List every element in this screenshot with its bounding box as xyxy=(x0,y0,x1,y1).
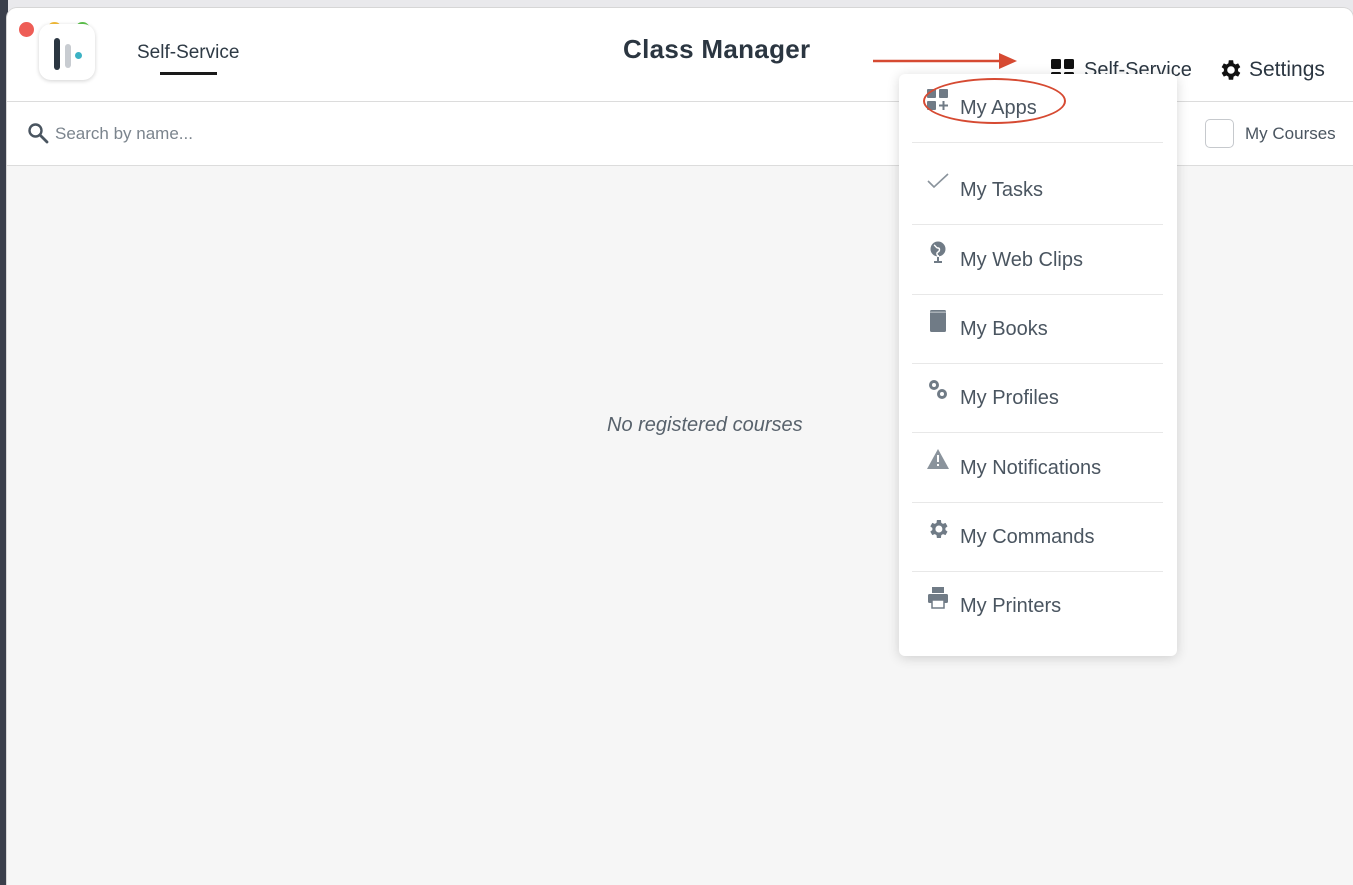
logo-bar-dark xyxy=(54,38,60,70)
book-icon xyxy=(930,310,946,332)
app-window: Self-Service Class Manager Self-Service … xyxy=(7,8,1353,885)
menu-item-my-printers[interactable]: My Printers xyxy=(912,572,1163,641)
menu-item-my-commands[interactable]: My Commands xyxy=(912,503,1163,572)
menu-item-label: My Printers xyxy=(960,595,1062,617)
menu-item-my-apps[interactable]: My Apps xyxy=(912,74,1163,143)
page-title: Class Manager xyxy=(623,34,811,64)
menu-item-label: My Web Clips xyxy=(960,249,1083,271)
app-logo xyxy=(39,24,95,80)
search-input[interactable] xyxy=(55,122,355,146)
settings-label: Settings xyxy=(1249,58,1325,81)
menu-item-label: My Profiles xyxy=(960,387,1059,409)
logo-dot xyxy=(75,52,82,59)
annotation-arrow xyxy=(873,53,1017,69)
logo-bar-light xyxy=(65,44,71,68)
globe-icon xyxy=(930,241,946,263)
gears-icon xyxy=(929,380,947,399)
settings-button[interactable]: Settings xyxy=(1217,56,1325,84)
self-service-dropdown-menu: My Apps My Tasks My Web Clips My Books M… xyxy=(899,74,1177,656)
nav-tab-self-service[interactable]: Self-Service xyxy=(137,42,239,64)
menu-item-label: My Tasks xyxy=(960,179,1043,201)
my-courses-checkbox[interactable] xyxy=(1205,119,1234,148)
menu-item-my-web-clips[interactable]: My Web Clips xyxy=(912,226,1163,295)
printer-icon xyxy=(928,587,948,609)
annotation-circle xyxy=(923,78,1066,124)
checkmark-icon xyxy=(927,173,949,189)
close-window-button[interactable] xyxy=(19,22,34,37)
my-courses-label: My Courses xyxy=(1245,124,1336,143)
menu-item-label: My Commands xyxy=(960,526,1095,548)
gear-icon xyxy=(930,520,948,538)
nav-tab-active-indicator xyxy=(160,72,217,75)
menu-item-my-tasks[interactable]: My Tasks xyxy=(912,156,1163,225)
menu-item-my-books[interactable]: My Books xyxy=(912,295,1163,364)
search-icon xyxy=(28,123,49,144)
menu-item-my-notifications[interactable]: My Notifications xyxy=(912,434,1163,503)
gear-icon xyxy=(1221,60,1241,80)
menu-item-label: My Notifications xyxy=(960,457,1102,479)
menu-item-my-profiles[interactable]: My Profiles xyxy=(912,364,1163,433)
menu-item-label: My Books xyxy=(960,318,1048,340)
empty-state-message: No registered courses xyxy=(607,414,803,436)
warning-icon xyxy=(927,449,949,469)
